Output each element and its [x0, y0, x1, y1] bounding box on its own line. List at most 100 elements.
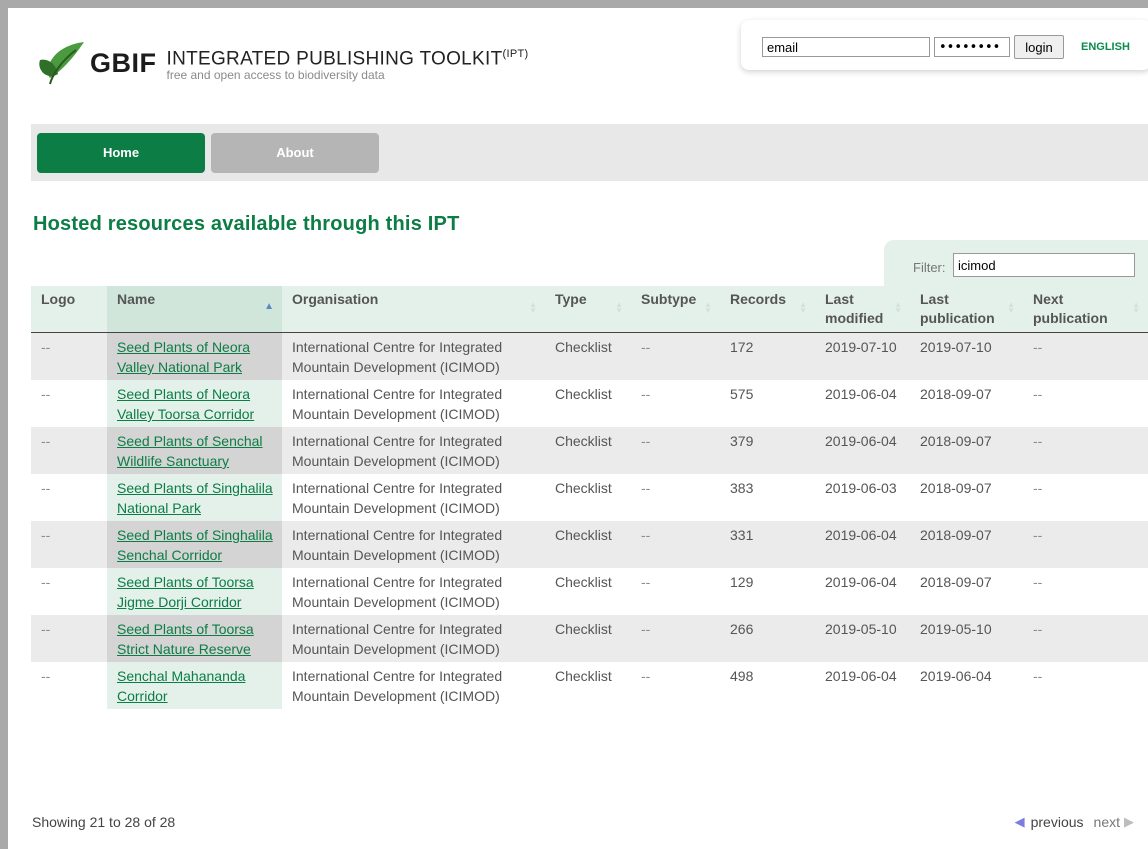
leaf-logo-icon	[39, 42, 84, 85]
cell-logo: --	[31, 332, 107, 380]
cell-name: Seed Plants of Neora Valley National Par…	[107, 332, 282, 380]
cell-records: 172	[720, 332, 815, 380]
column-header-last-publication[interactable]: Last publication ▲ ▼	[910, 286, 1023, 333]
cell-next-publication: --	[1023, 662, 1148, 709]
cell-subtype: --	[631, 662, 720, 709]
cell-records: 383	[720, 474, 815, 521]
column-header-last-modified[interactable]: Last modified ▲ ▼	[815, 286, 910, 333]
cell-organisation: International Centre for Integrated Moun…	[282, 521, 545, 568]
column-header-subtype[interactable]: Subtype ▲ ▼	[631, 286, 720, 333]
cell-type: Checklist	[545, 568, 631, 615]
resources-table: Logo Name ▲ Organisation ▲ ▼ Type ▲ ▼ Subtype…	[31, 286, 1148, 709]
cell-type: Checklist	[545, 615, 631, 662]
cell-next-publication: --	[1023, 474, 1148, 521]
cell-last-publication: 2018-09-07	[910, 380, 1023, 427]
previous-button[interactable]: previous	[1031, 814, 1084, 830]
filter-label: Filter:	[913, 260, 946, 275]
column-header-organisation[interactable]: Organisation ▲ ▼	[282, 286, 545, 333]
filter-input[interactable]	[953, 253, 1135, 277]
sort-both-icon: ▲ ▼	[615, 300, 623, 315]
table-info: Showing 21 to 28 of 28	[32, 814, 176, 830]
previous-arrow-icon[interactable]: ◀	[1015, 814, 1025, 830]
cell-organisation: International Centre for Integrated Moun…	[282, 615, 545, 662]
sort-both-icon: ▲ ▼	[799, 300, 807, 315]
language-selector[interactable]: ENGLISH	[1081, 41, 1130, 53]
gbif-logo[interactable]: GBIF INTEGRATED PUBLISHING TOOLKIT(IPT) …	[38, 38, 528, 88]
column-header-label: Last modified	[825, 291, 884, 326]
cell-last-modified: 2019-06-04	[815, 427, 910, 474]
cell-subtype: --	[631, 521, 720, 568]
column-header-type[interactable]: Type ▲ ▼	[545, 286, 631, 333]
cell-organisation: International Centre for Integrated Moun…	[282, 380, 545, 427]
pagination: ◀ previous next ▶	[1015, 814, 1134, 830]
cell-subtype: --	[631, 615, 720, 662]
cell-logo: --	[31, 662, 107, 709]
cell-type: Checklist	[545, 332, 631, 380]
cell-type: Checklist	[545, 474, 631, 521]
sort-both-icon: ▲ ▼	[894, 300, 902, 315]
table-row: -- Seed Plants of Singhalila Senchal Cor…	[31, 521, 1148, 568]
cell-next-publication: --	[1023, 427, 1148, 474]
column-header-label: Name	[117, 291, 156, 307]
cell-last-publication: 2018-09-07	[910, 427, 1023, 474]
resource-link[interactable]: Seed Plants of Neora Valley National Par…	[117, 339, 250, 375]
column-header-label: Logo	[41, 291, 76, 307]
resource-link[interactable]: Seed Plants of Senchal Wildlife Sanctuar…	[117, 433, 263, 469]
column-header-name[interactable]: Name ▲	[107, 286, 282, 333]
cell-records: 129	[720, 568, 815, 615]
resource-link[interactable]: Seed Plants of Toorsa Strict Nature Rese…	[117, 621, 254, 657]
sort-both-icon: ▲ ▼	[1132, 300, 1140, 315]
nav-home-tab[interactable]: Home	[37, 133, 205, 173]
column-header-label: Subtype	[641, 291, 697, 307]
cell-name: Senchal Mahananda Corridor	[107, 662, 282, 709]
login-button[interactable]: login	[1014, 35, 1064, 59]
cell-last-modified: 2019-06-04	[815, 662, 910, 709]
password-field[interactable]	[934, 37, 1010, 57]
cell-subtype: --	[631, 427, 720, 474]
cell-subtype: --	[631, 332, 720, 380]
column-header-label: Type	[555, 291, 587, 307]
cell-organisation: International Centre for Integrated Moun…	[282, 332, 545, 380]
sort-asc-icon: ▲	[264, 301, 274, 312]
resource-link[interactable]: Seed Plants of Toorsa Jigme Dorji Corrid…	[117, 574, 254, 610]
cell-records: 331	[720, 521, 815, 568]
ipt-subtitle: free and open access to biodiversity dat…	[166, 68, 385, 83]
ipt-title: INTEGRATED PUBLISHING TOOLKIT(IPT)	[167, 44, 529, 69]
cell-records: 266	[720, 615, 815, 662]
cell-name: Seed Plants of Singhalila National Park	[107, 474, 282, 521]
next-button[interactable]: next	[1094, 814, 1120, 830]
next-arrow-icon[interactable]: ▶	[1124, 814, 1134, 830]
column-header-records[interactable]: Records ▲ ▼	[720, 286, 815, 333]
cell-type: Checklist	[545, 427, 631, 474]
cell-records: 575	[720, 380, 815, 427]
nav-about-tab[interactable]: About	[211, 133, 379, 173]
table-row: -- Seed Plants of Senchal Wildlife Sanct…	[31, 427, 1148, 474]
cell-name: Seed Plants of Senchal Wildlife Sanctuar…	[107, 427, 282, 474]
cell-last-modified: 2019-06-04	[815, 380, 910, 427]
sort-both-icon: ▲ ▼	[1007, 300, 1015, 315]
column-header-label: Next publication	[1033, 291, 1108, 326]
cell-name: Seed Plants of Toorsa Jigme Dorji Corrid…	[107, 568, 282, 615]
resource-link[interactable]: Seed Plants of Singhalila Senchal Corrid…	[117, 527, 273, 563]
resource-link[interactable]: Senchal Mahananda Corridor	[117, 668, 245, 704]
cell-last-modified: 2019-06-04	[815, 521, 910, 568]
cell-type: Checklist	[545, 662, 631, 709]
email-field[interactable]	[762, 37, 930, 57]
cell-logo: --	[31, 521, 107, 568]
table-row: -- Seed Plants of Toorsa Strict Nature R…	[31, 615, 1148, 662]
resource-link[interactable]: Seed Plants of Neora Valley Toorsa Corri…	[117, 386, 254, 422]
cell-next-publication: --	[1023, 521, 1148, 568]
cell-logo: --	[31, 427, 107, 474]
table-row: -- Seed Plants of Toorsa Jigme Dorji Cor…	[31, 568, 1148, 615]
cell-logo: --	[31, 380, 107, 427]
column-header-logo[interactable]: Logo	[31, 286, 107, 333]
cell-subtype: --	[631, 380, 720, 427]
cell-last-publication: 2018-09-07	[910, 568, 1023, 615]
sort-both-icon: ▲ ▼	[529, 300, 537, 315]
column-header-next-publication[interactable]: Next publication ▲ ▼	[1023, 286, 1148, 333]
table-header-row: Logo Name ▲ Organisation ▲ ▼ Type ▲ ▼ Subtype…	[31, 286, 1148, 333]
cell-name: Seed Plants of Toorsa Strict Nature Rese…	[107, 615, 282, 662]
cell-logo: --	[31, 474, 107, 521]
resource-link[interactable]: Seed Plants of Singhalila National Park	[117, 480, 273, 516]
cell-name: Seed Plants of Neora Valley Toorsa Corri…	[107, 380, 282, 427]
